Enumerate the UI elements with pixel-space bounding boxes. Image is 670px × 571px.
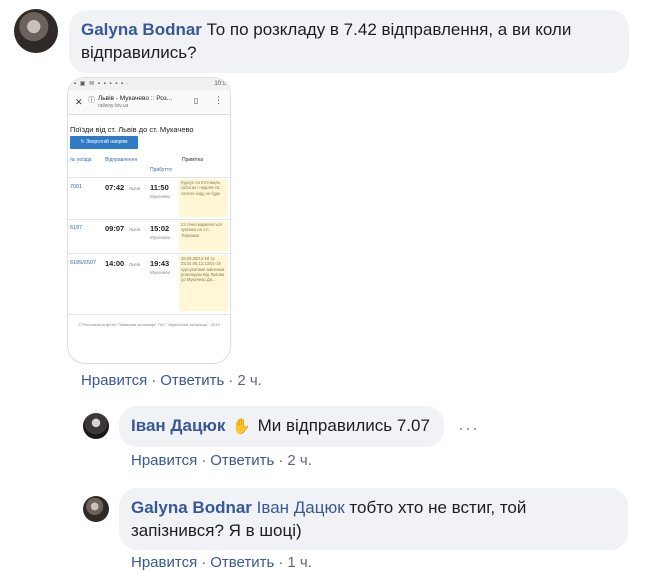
comment-text: відправились? xyxy=(81,43,197,62)
status-bar: ▪ ▣ ✉ ▪ ▪ ▪ ▪ ▪ · 10:5 xyxy=(68,78,230,90)
bookmark-icon: ▯ xyxy=(194,96,199,105)
comment-author[interactable]: Іван Дацюк xyxy=(131,416,225,435)
status-icons: ▪ ▣ ✉ ▪ ▪ ▪ ▪ ▪ · xyxy=(74,81,130,87)
comment-actions: Нравится · Ответить · 2 ч. xyxy=(131,452,312,469)
like-link[interactable]: Нравится xyxy=(131,452,197,469)
comment-text: тобто хто не встиг, той xyxy=(349,498,527,517)
departure-time: 14:00 xyxy=(105,259,125,268)
divider xyxy=(68,177,230,178)
divider xyxy=(68,219,230,220)
departure-station: Львів xyxy=(129,186,141,191)
train-number: 6187 xyxy=(70,225,83,231)
page-title: Львів - Мукачево :: Роз... xyxy=(98,95,173,102)
page-footer: © Регіональна філія "Львівська залізниця… xyxy=(78,322,220,327)
train-note: Курсує по п'ятницях, суботах і неділях 0… xyxy=(179,179,228,217)
arrival-station: Мукачево xyxy=(150,270,171,275)
comment-text: Ми відправились 7.07 xyxy=(257,416,430,435)
more-options-icon[interactable]: ··· xyxy=(458,418,479,439)
arrival-time: 15:02 xyxy=(150,224,170,233)
departure-station: Львів xyxy=(129,227,141,232)
comment-author[interactable]: Galyna Bodnar xyxy=(131,498,252,517)
page-url: railway.lviv.ua xyxy=(98,103,129,109)
comment-text: запізнився? Я в шоці) xyxy=(131,521,302,540)
menu-icon: ⋮ xyxy=(214,95,223,105)
comment-bubble: Іван Дацюк ✋ Ми відправились 7.07 xyxy=(119,406,444,447)
info-icon: ⓘ xyxy=(88,97,95,104)
comment-time[interactable]: 2 ч. xyxy=(237,372,262,389)
train-number: 6189/6507 xyxy=(70,260,96,266)
departure-station: Львів xyxy=(129,262,141,267)
arrival-station: Мукачево xyxy=(150,235,171,240)
route-heading: Поїзди від ст. Львів до ст. Мукачево xyxy=(70,125,194,134)
comment-time[interactable]: 2 ч. xyxy=(287,452,312,469)
divider xyxy=(68,314,230,315)
arrival-time: 19:43 xyxy=(150,259,170,268)
waving-hand-icon: ✋ xyxy=(232,418,251,435)
reply-link[interactable]: Ответить xyxy=(160,372,224,389)
like-link[interactable]: Нравится xyxy=(81,372,147,389)
reverse-direction-button: ↻ Зворотній напрям xyxy=(70,136,138,149)
reply-link[interactable]: Ответить xyxy=(210,452,274,469)
browser-url-bar: ✕ ⓘ Львів - Мукачево :: Роз... railway.l… xyxy=(68,90,230,115)
attached-screenshot[interactable]: ▪ ▣ ✉ ▪ ▪ ▪ ▪ ▪ · 10:5 ✕ ⓘ Львів - Мукач… xyxy=(67,77,231,364)
divider xyxy=(68,253,230,254)
train-note: 23 січня відміняється зупинка на з.п. Те… xyxy=(179,221,228,251)
comment-bubble: Galyna Bodnar То по розкладу в 7.42 відп… xyxy=(69,10,629,73)
comment-actions: Нравится · Ответить · 2 ч. xyxy=(81,372,262,389)
comment-author[interactable]: Galyna Bodnar xyxy=(81,20,202,39)
comment-text: То по розкладу в 7.42 відправлення, а ви… xyxy=(206,20,572,39)
train-note: 28,29,30/12-18 та 03,04,05,12,13/01-19 к… xyxy=(179,255,228,311)
departure-time: 09:07 xyxy=(105,224,125,233)
status-time: 10:5 xyxy=(214,81,226,87)
arrival-station: Мукачево xyxy=(150,194,171,199)
train-number: 7001 xyxy=(70,184,83,190)
column-header: № поїзда xyxy=(70,157,92,163)
close-icon: ✕ xyxy=(75,97,83,107)
arrival-time: 11:50 xyxy=(150,183,169,192)
avatar[interactable] xyxy=(14,9,58,53)
column-header: Примітка xyxy=(182,157,204,163)
column-header: Прибуття xyxy=(150,167,172,173)
departure-time: 07:42 xyxy=(105,183,125,192)
comment-bubble: Galyna Bodnar Іван Дацюк тобто хто не вс… xyxy=(119,488,628,550)
column-header: Відправлення xyxy=(105,157,138,163)
avatar[interactable] xyxy=(83,413,109,439)
avatar[interactable] xyxy=(83,496,109,522)
mention-link[interactable]: Іван Дацюк xyxy=(257,498,345,517)
